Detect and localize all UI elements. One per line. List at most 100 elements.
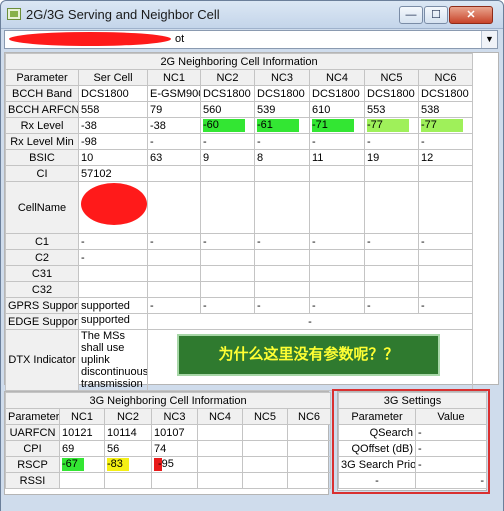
table-cell: -	[364, 233, 419, 250]
row-label: CPI	[5, 440, 60, 457]
table-cell: -	[417, 297, 474, 314]
table-cell: -	[309, 133, 365, 150]
row-label: C31	[5, 265, 79, 282]
table-cell: -38	[78, 117, 148, 134]
row-label: C32	[5, 281, 79, 298]
table-cell: -	[78, 233, 148, 250]
table-cell	[309, 249, 365, 266]
table-3g-title: 3G Neighboring Cell Information	[4, 392, 332, 409]
table-cell: -98	[78, 133, 148, 150]
table-cell: 558	[78, 101, 148, 118]
column-header: NC2	[104, 408, 152, 425]
table-cell	[286, 456, 332, 473]
rscp-value: -67	[62, 458, 78, 471]
table-cell: 610	[309, 101, 365, 118]
close-button[interactable]: ✕	[449, 6, 493, 24]
column-header: NC4	[197, 408, 243, 425]
table-cell: -	[200, 297, 255, 314]
row-label: RSSI	[5, 472, 60, 489]
table-cell: 10121	[59, 424, 105, 441]
column-header: NC6	[286, 408, 332, 425]
table-cell	[254, 249, 310, 266]
column-header: NC2	[200, 69, 255, 86]
table-cell: E-GSM900	[147, 85, 201, 102]
table-cell	[59, 472, 105, 489]
table-cell	[147, 181, 201, 234]
redaction-mark	[9, 32, 171, 46]
table-cell	[254, 165, 310, 182]
table-cell	[364, 265, 419, 282]
cell-selector-value: ot	[175, 33, 185, 45]
table-cell: 11	[309, 149, 365, 166]
table-cell	[200, 181, 255, 234]
table-cell	[147, 265, 201, 282]
table-cell	[417, 281, 474, 298]
app-window: 2G/3G Serving and Neighbor Cell — ☐ ✕ ot…	[0, 0, 504, 511]
chevron-down-icon[interactable]: ▼	[481, 31, 497, 48]
row-label: DTX Indicator	[5, 329, 79, 391]
table-cell	[147, 165, 201, 182]
table-cell: DCS1800	[200, 85, 255, 102]
table-row: BCCH ARFCN 558 79 560 539 610 553 538	[5, 101, 474, 118]
table-cell	[254, 265, 310, 282]
table-cell: 538	[417, 101, 474, 118]
table-cell: -	[417, 233, 474, 250]
minimize-button[interactable]: —	[399, 6, 423, 24]
redaction-mark	[81, 183, 147, 225]
table-cell	[200, 165, 255, 182]
table-cell	[197, 456, 243, 473]
maximize-button[interactable]: ☐	[424, 6, 448, 24]
table-cell	[286, 440, 332, 457]
table-cell	[417, 265, 474, 282]
table-cell: -77	[417, 117, 474, 134]
window-title: 2G/3G Serving and Neighbor Cell	[26, 7, 220, 22]
table-row: CI 57102	[5, 165, 474, 182]
table-cell	[104, 472, 152, 489]
row-label: GPRS Support	[5, 297, 79, 314]
table-cell	[197, 440, 243, 457]
table-cell: DCS1800	[417, 85, 474, 102]
table-cell: -67	[59, 456, 105, 473]
table-2g-title: 2G Neighboring Cell Information	[4, 53, 474, 70]
table-row: C31	[5, 265, 474, 282]
table-cell	[200, 265, 255, 282]
table-cell: supported	[78, 297, 148, 314]
table-cell: 8	[254, 149, 310, 166]
table-cell	[364, 281, 419, 298]
row-label: CellName	[5, 181, 79, 234]
row-label: C2	[5, 249, 79, 266]
column-header: NC4	[309, 69, 365, 86]
table-cell	[309, 165, 365, 182]
signal-level-indicator: -77	[421, 119, 463, 132]
table-cell	[78, 265, 148, 282]
table-row: Rx Level Min -98- - - - - -	[5, 133, 474, 150]
table-cell: -60	[200, 117, 255, 134]
rscp-value: -95	[158, 458, 174, 471]
table-cell	[286, 424, 332, 441]
table-row: RSCP -67 -83 -95	[5, 456, 332, 473]
table-cell	[242, 456, 288, 473]
table-cell: -38	[147, 117, 201, 134]
table-cell	[200, 249, 255, 266]
table-cell: 69	[59, 440, 105, 457]
table-cell: -	[254, 133, 310, 150]
table-cell: 539	[254, 101, 310, 118]
table-cell	[197, 424, 243, 441]
signal-level-indicator: -60	[203, 119, 245, 132]
title-bar[interactable]: 2G/3G Serving and Neighbor Cell — ☐ ✕	[1, 1, 503, 29]
table-cell	[364, 181, 419, 234]
row-label: BCCH ARFCN	[5, 101, 79, 118]
table-cell	[254, 181, 310, 234]
neighbor-3g-table: 3G Neighboring Cell Information Paramete…	[4, 392, 332, 489]
table-cell: DCS1800	[364, 85, 419, 102]
row-label: CI	[5, 165, 79, 182]
table-cell: -61	[254, 117, 310, 134]
table-cell: -71	[309, 117, 365, 134]
table-cell: 63	[147, 149, 201, 166]
table-cell: -	[309, 233, 365, 250]
signal-level-indicator: -61	[257, 119, 299, 132]
table-row: EDGE Support supported -	[5, 313, 474, 330]
table-cell: 74	[151, 440, 198, 457]
table-cell: DCS1800	[78, 85, 148, 102]
table-cell: 19	[364, 149, 419, 166]
